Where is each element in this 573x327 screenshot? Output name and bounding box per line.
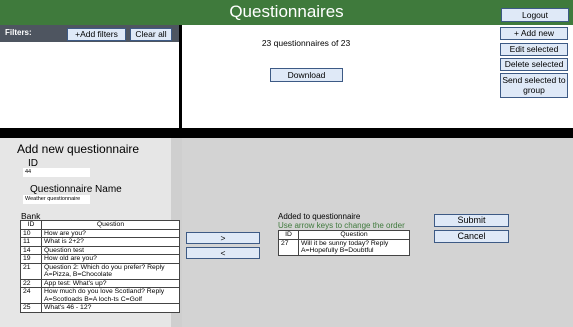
page-title: Questionnaires — [229, 2, 344, 21]
added-table-header: ID Question — [278, 230, 410, 240]
filters-panel: Filters: +Add filters Clear all — [0, 25, 179, 128]
row-question: What's 46 - 12? — [41, 303, 180, 313]
send-selected-button[interactable]: Send selected to group — [500, 73, 568, 98]
table-row[interactable]: 19 How old are you? — [20, 254, 180, 264]
add-questionnaire-form: Add new questionnaire ID 44 Questionnair… — [0, 138, 182, 327]
row-question: App test: What's up? — [41, 278, 180, 288]
cancel-button[interactable]: Cancel — [434, 230, 509, 243]
row-id: 10 — [20, 228, 42, 238]
bank-question-header: Question — [41, 220, 180, 230]
added-title: Added to questionnaire — [278, 212, 361, 221]
filters-header: Filters: +Add filters Clear all — [0, 25, 179, 42]
row-question: What is 2+2? — [41, 237, 180, 247]
actions-panel: + Add new Edit selected Delete selected … — [498, 25, 573, 128]
table-row[interactable]: 21 Question 2: Which do you prefer? Reply… — [20, 262, 180, 280]
row-question: How are you? — [41, 228, 180, 238]
logout-button[interactable]: Logout — [501, 8, 569, 22]
table-row[interactable]: 10 How are you? — [20, 228, 180, 238]
row-question: Question test — [41, 245, 180, 255]
table-row[interactable]: 11 What is 2+2? — [20, 237, 180, 247]
row-id: 19 — [20, 254, 42, 264]
questionnaire-builder: > < Added to questionnaire Use arrow key… — [182, 138, 573, 327]
bank-table-header: ID Question — [20, 220, 180, 230]
filters-label: Filters: — [5, 28, 32, 37]
added-id-header: ID — [278, 230, 299, 240]
table-row[interactable]: 25 What's 46 - 12? — [20, 303, 180, 313]
row-id: 22 — [20, 278, 42, 288]
table-row[interactable]: 24 How much do you love Scotland? Reply A… — [20, 287, 180, 304]
row-question: Will it be sunny today? Reply A=Hopefull… — [298, 238, 410, 256]
results-panel: 23 questionnaires of 23 Download — [182, 25, 498, 128]
add-new-button[interactable]: + Add new — [500, 27, 568, 40]
questionnaire-name-field[interactable]: Weather questionnaire — [23, 195, 90, 204]
row-question: How old are you? — [41, 254, 180, 264]
form-title: Add new questionnaire — [17, 142, 140, 156]
delete-selected-button[interactable]: Delete selected — [500, 58, 568, 71]
download-button[interactable]: Download — [270, 68, 343, 82]
row-question: How much do you love Scotland? Reply A=S… — [41, 287, 180, 304]
move-left-button[interactable]: < — [186, 247, 260, 259]
id-field[interactable]: 44 — [23, 168, 90, 177]
added-question-header: Question — [298, 230, 410, 240]
name-label: Questionnaire Name — [30, 184, 122, 195]
row-id: 11 — [20, 237, 42, 247]
edit-selected-button[interactable]: Edit selected — [500, 43, 568, 56]
bank-table: ID Question 10 How are you? 11 What is 2+2… — [20, 220, 180, 313]
bank-id-header: ID — [20, 220, 42, 230]
row-id: 27 — [278, 238, 299, 256]
added-table: ID Question 27 Will it be sunny today? Re… — [278, 230, 410, 256]
add-filters-button[interactable]: +Add filters — [67, 28, 126, 41]
table-row[interactable]: 22 App test: What's up? — [20, 278, 180, 288]
table-row[interactable]: 14 Question test — [20, 245, 180, 255]
row-id: 21 — [20, 262, 42, 280]
clear-all-button[interactable]: Clear all — [130, 28, 172, 41]
row-id: 14 — [20, 245, 42, 255]
questionnaire-count: 23 questionnaires of 23 — [261, 38, 351, 48]
title-bar: Questionnaires Logout — [0, 0, 573, 25]
row-id: 25 — [20, 303, 42, 313]
table-row[interactable]: 27 Will it be sunny today? Reply A=Hopefu… — [278, 238, 410, 256]
row-id: 24 — [20, 287, 42, 304]
row-question: Question 2: Which do you prefer? Reply A… — [41, 262, 180, 280]
submit-button[interactable]: Submit — [434, 214, 509, 227]
move-right-button[interactable]: > — [186, 232, 260, 244]
order-hint: Use arrow keys to change the order — [278, 221, 405, 230]
